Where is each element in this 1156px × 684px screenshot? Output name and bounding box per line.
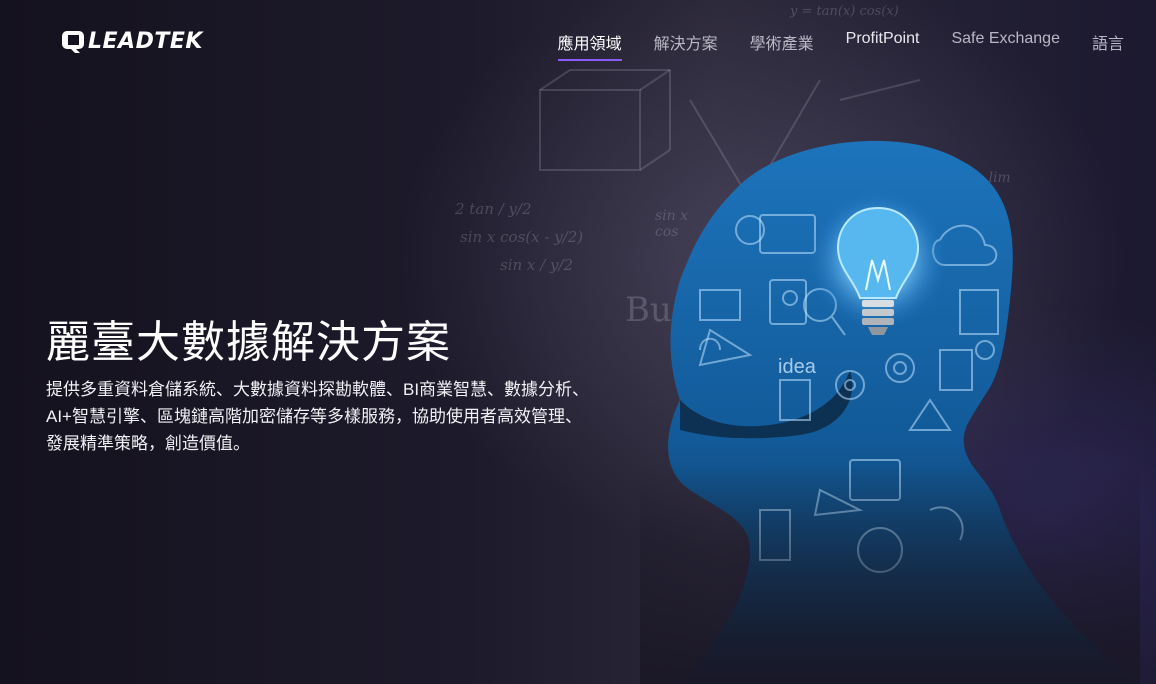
logo-text: LEADTEK — [88, 28, 203, 54]
nav-item-language[interactable]: 語言 — [1092, 30, 1124, 60]
nav-item-applications[interactable]: 應用領域 — [557, 30, 622, 61]
logo-mark-icon — [62, 31, 84, 53]
chalkboard-decor: sin x / y/2 — [500, 256, 574, 274]
hero-description: 提供多重資料倉儲系統、大數據資料探勘軟體、BI商業智慧、數據分析、AI+智慧引擎… — [46, 380, 590, 453]
main-nav: 應用領域 解決方案 學術產業 ProfitPoint Safe Exchange… — [557, 30, 1124, 61]
chalkboard-decor: sin x cos(x - y/2) — [460, 228, 584, 246]
head-illustration: idea — [640, 130, 1140, 684]
hero-section: y = tan(x) cos(x) 2 tan / y/2 sin x cos(… — [0, 0, 1156, 684]
site-header: LEADTEK 應用領域 解決方案 學術產業 ProfitPoint Safe … — [0, 0, 1156, 82]
nav-item-academic[interactable]: 學術產業 — [750, 30, 814, 60]
hero-title: 麗臺大數據解決方案 — [46, 317, 451, 368]
leadtek-logo[interactable]: LEADTEK — [62, 28, 204, 54]
nav-item-profitpoint[interactable]: ProfitPoint — [846, 30, 920, 60]
nav-item-solutions[interactable]: 解決方案 — [654, 30, 718, 60]
nav-item-safe-exchange[interactable]: Safe Exchange — [951, 30, 1060, 60]
